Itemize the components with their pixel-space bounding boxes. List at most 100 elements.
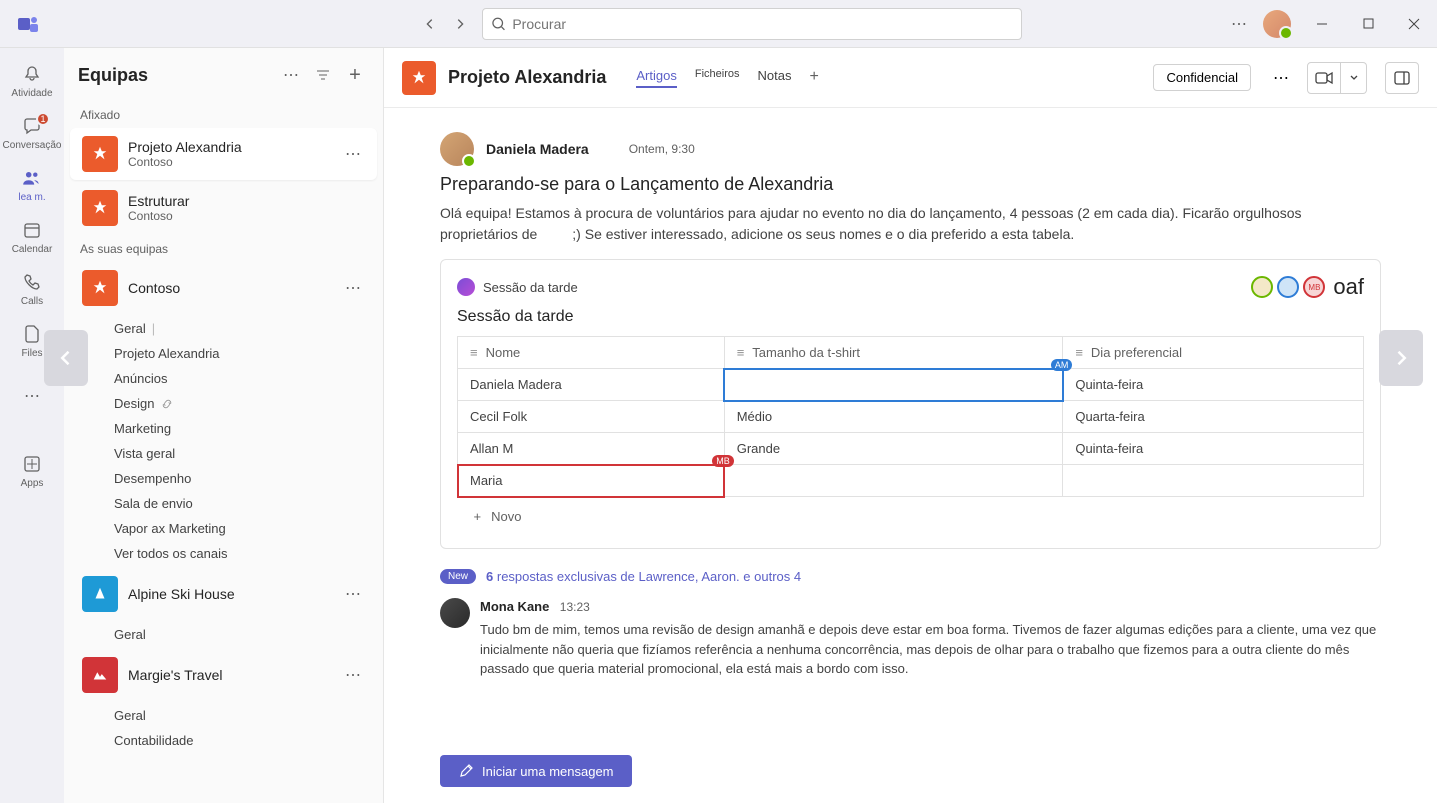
sidebar-more-button[interactable]: ⋯: [277, 61, 305, 89]
channel-vista-geral[interactable]: Vista geral: [64, 441, 383, 466]
post-author: Daniela Madera: [486, 141, 589, 157]
rail-teams[interactable]: lea m.: [0, 158, 64, 210]
rail-apps[interactable]: Apps: [0, 444, 64, 496]
sidebar: Equipas ⋯ + Afixado Projeto AlexandriaCo…: [64, 48, 384, 803]
tab-artigos[interactable]: Artigos: [636, 68, 676, 88]
post-body: Olá equipa! Estamos à procura de voluntá…: [440, 203, 1381, 245]
sidebar-pinned-estruturar[interactable]: EstruturarContoso: [70, 182, 377, 234]
rail-label: Calls: [21, 296, 43, 307]
close-button[interactable]: [1391, 0, 1437, 48]
file-icon: [20, 322, 44, 346]
reply-time: 13:23: [560, 600, 590, 614]
forward-button[interactable]: [446, 10, 474, 38]
rail-label: Files: [21, 348, 42, 359]
tab-ficheiros[interactable]: Ficheiros: [695, 68, 740, 88]
compose-button[interactable]: Iniciar uma mensagem: [440, 755, 632, 787]
sidebar-pinned-projeto-alexandria[interactable]: Projeto AlexandriaContoso ⋯: [70, 128, 377, 180]
phone-icon: [20, 270, 44, 294]
tab-add-button[interactable]: +: [809, 68, 818, 88]
search-input[interactable]: [512, 16, 1013, 32]
channel-marketing[interactable]: Marketing: [64, 416, 383, 441]
channel-geral[interactable]: Geral|: [64, 316, 383, 341]
apps-icon: [20, 452, 44, 476]
replies-summary[interactable]: New 6 respostas exclusivas de Lawrence, …: [440, 569, 1381, 584]
teams-app-icon: [0, 12, 56, 36]
embed-app-title: Sessão da tarde: [483, 280, 1243, 295]
post: Daniela Madera Ontem, 9:30 Preparando-se…: [440, 132, 1381, 739]
channel-contabilidade[interactable]: Contabilidade: [64, 728, 383, 753]
sidebar-team-margies[interactable]: Margie's Travel ⋯: [70, 649, 377, 701]
sidebar-filter-button[interactable]: [309, 61, 337, 89]
section-pinned: Afixado: [64, 102, 383, 126]
chat-icon: 1: [20, 114, 44, 138]
panel-button[interactable]: [1385, 62, 1419, 94]
channel-title: Projeto Alexandria: [448, 67, 606, 88]
presence-avatar: MB: [1303, 276, 1325, 298]
team-name: Estruturar: [128, 193, 365, 209]
team-more-button[interactable]: ⋯: [341, 144, 365, 164]
channel-vapor-ax[interactable]: Vapor ax Marketing: [64, 516, 383, 541]
team-icon: [82, 270, 118, 306]
channel-projeto-alexandria[interactable]: Projeto Alexandria: [64, 341, 383, 366]
maximize-button[interactable]: [1345, 0, 1391, 48]
loop-icon: [457, 278, 475, 296]
presence-badge: MB: [712, 455, 734, 467]
channel-desempenho[interactable]: Desempenho: [64, 466, 383, 491]
team-name: Margie's Travel: [128, 667, 331, 683]
col-size[interactable]: ≡Tamanho da t-shirt: [724, 337, 1063, 369]
channel-sala-envio[interactable]: Sala de envio: [64, 491, 383, 516]
table-header-row: ≡Nome ≡Tamanho da t-shirt ≡Dia preferenc…: [458, 337, 1364, 369]
team-name: Contoso: [128, 280, 331, 296]
add-row[interactable]: +Novo: [458, 497, 1364, 533]
chevron-down-icon: [1349, 73, 1359, 83]
editing-cell[interactable]: MariaMB: [458, 465, 725, 497]
channel-design[interactable]: Design: [64, 391, 383, 416]
channel-geral[interactable]: Geral: [64, 622, 383, 647]
team-more-button[interactable]: ⋯: [341, 278, 365, 298]
meet-button[interactable]: [1307, 62, 1341, 94]
table-row[interactable]: Cecil FolkMédioQuarta-feira: [458, 401, 1364, 433]
table-row[interactable]: Allan MGrandeQuinta-feira: [458, 433, 1364, 465]
team-more-button[interactable]: ⋯: [341, 665, 365, 685]
compose-icon: [458, 763, 474, 779]
rail-calls[interactable]: Calls: [0, 262, 64, 314]
rail-activity[interactable]: Atividade: [0, 54, 64, 106]
channel-geral[interactable]: Geral: [64, 703, 383, 728]
table-row[interactable]: Daniela Madera AM Quinta-feira: [458, 369, 1364, 401]
tab-notas[interactable]: Notas: [757, 68, 791, 88]
minimize-button[interactable]: [1299, 0, 1345, 48]
link-icon: [160, 397, 174, 411]
active-cell[interactable]: AM: [724, 369, 1063, 401]
team-icon: [82, 190, 118, 226]
reply-body: Tudo bm de mim, temos uma revisão de des…: [480, 620, 1381, 679]
message-list[interactable]: Daniela Madera Ontem, 9:30 Preparando-se…: [384, 108, 1437, 803]
team-icon: [82, 657, 118, 693]
carousel-prev[interactable]: [44, 330, 88, 386]
col-day[interactable]: ≡Dia preferencial: [1063, 337, 1364, 369]
rail-chat[interactable]: 1 Conversação: [0, 106, 64, 158]
user-avatar[interactable]: [1263, 10, 1291, 38]
channel-see-all[interactable]: Ver todos os canais: [64, 541, 383, 566]
search-box[interactable]: [482, 8, 1022, 40]
sidebar-add-button[interactable]: +: [341, 61, 369, 89]
header-more-button[interactable]: ⋯: [1273, 68, 1289, 88]
col-name[interactable]: ≡Nome: [458, 337, 725, 369]
titlebar: ⋯: [0, 0, 1437, 48]
sidebar-team-contoso[interactable]: Contoso ⋯: [70, 262, 377, 314]
presence-badge: AM: [1051, 359, 1073, 371]
rail-calendar[interactable]: Calendar: [0, 210, 64, 262]
sidebar-team-alpine[interactable]: Alpine Ski House ⋯: [70, 568, 377, 620]
confidential-button[interactable]: Confidencial: [1153, 64, 1251, 91]
channel-icon: [402, 61, 436, 95]
team-more-button[interactable]: ⋯: [341, 584, 365, 604]
signup-table[interactable]: ≡Nome ≡Tamanho da t-shirt ≡Dia preferenc…: [457, 336, 1364, 532]
carousel-next[interactable]: [1379, 330, 1423, 386]
post-time: Ontem, 9:30: [629, 142, 695, 156]
titlebar-more-button[interactable]: ⋯: [1223, 8, 1255, 40]
table-row[interactable]: MariaMB: [458, 465, 1364, 497]
meet-dropdown[interactable]: [1341, 62, 1367, 94]
post-title: Preparando-se para o Lançamento de Alexa…: [440, 174, 1381, 195]
back-button[interactable]: [416, 10, 444, 38]
reply: Mona Kane 13:23 Tudo bm de mim, temos um…: [440, 598, 1381, 679]
channel-anuncios[interactable]: Anúncios: [64, 366, 383, 391]
